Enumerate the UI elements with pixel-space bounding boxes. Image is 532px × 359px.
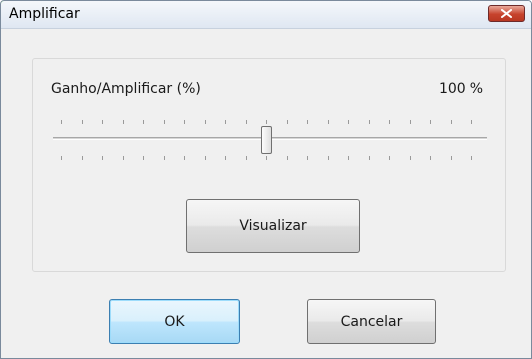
slider-tick [123,156,124,160]
slider-tick [266,120,267,124]
slider-tick [451,120,452,124]
slider-tick [266,156,267,160]
slider-tick [389,156,390,160]
slider-tick [225,156,226,160]
slider-tick [205,120,206,124]
gain-label: Ganho/Amplificar (%) [51,81,201,97]
slider-tick [82,120,83,124]
slider-tick [328,120,329,124]
slider-tick [205,156,206,160]
slider-tick [369,120,370,124]
slider-tick [307,120,308,124]
slider-tick [164,120,165,124]
close-button[interactable] [488,5,525,22]
slider-tick [61,120,62,124]
slider-tick [287,156,288,160]
cancel-button[interactable]: Cancelar [307,299,436,344]
slider-ticks-bottom [61,156,472,160]
slider-tick [471,156,472,160]
slider-tick [451,156,452,160]
slider-tick [102,156,103,160]
preview-button[interactable]: Visualizar [186,199,360,253]
slider-tick [143,156,144,160]
ok-button[interactable]: OK [109,299,240,344]
slider-tick [471,120,472,124]
slider-tick [287,120,288,124]
slider-tick [246,120,247,124]
gain-slider-thumb[interactable] [261,126,272,154]
slider-tick [410,120,411,124]
title-bar[interactable]: Amplificar [1,1,531,29]
window-title: Amplificar [9,6,80,22]
slider-tick [184,120,185,124]
amplify-dialog: Amplificar Ganho/Amplificar (%) 100 % Vi… [0,0,532,359]
slider-tick [410,156,411,160]
slider-ticks-top [61,120,472,124]
gain-value-readout: 100 % [439,81,483,97]
slider-tick [164,156,165,160]
slider-tick [143,120,144,124]
slider-tick [389,120,390,124]
slider-tick [246,156,247,160]
slider-tick [82,156,83,160]
slider-tick [123,120,124,124]
slider-tick [184,156,185,160]
slider-tick [348,156,349,160]
slider-tick [102,120,103,124]
slider-tick [61,156,62,160]
slider-tick [430,156,431,160]
slider-tick [348,120,349,124]
gain-unit: % [469,81,483,97]
slider-tick [369,156,370,160]
slider-tick [328,156,329,160]
gain-value: 100 [438,81,466,97]
slider-tick [430,120,431,124]
slider-tick [307,156,308,160]
close-icon [501,9,512,18]
slider-tick [225,120,226,124]
